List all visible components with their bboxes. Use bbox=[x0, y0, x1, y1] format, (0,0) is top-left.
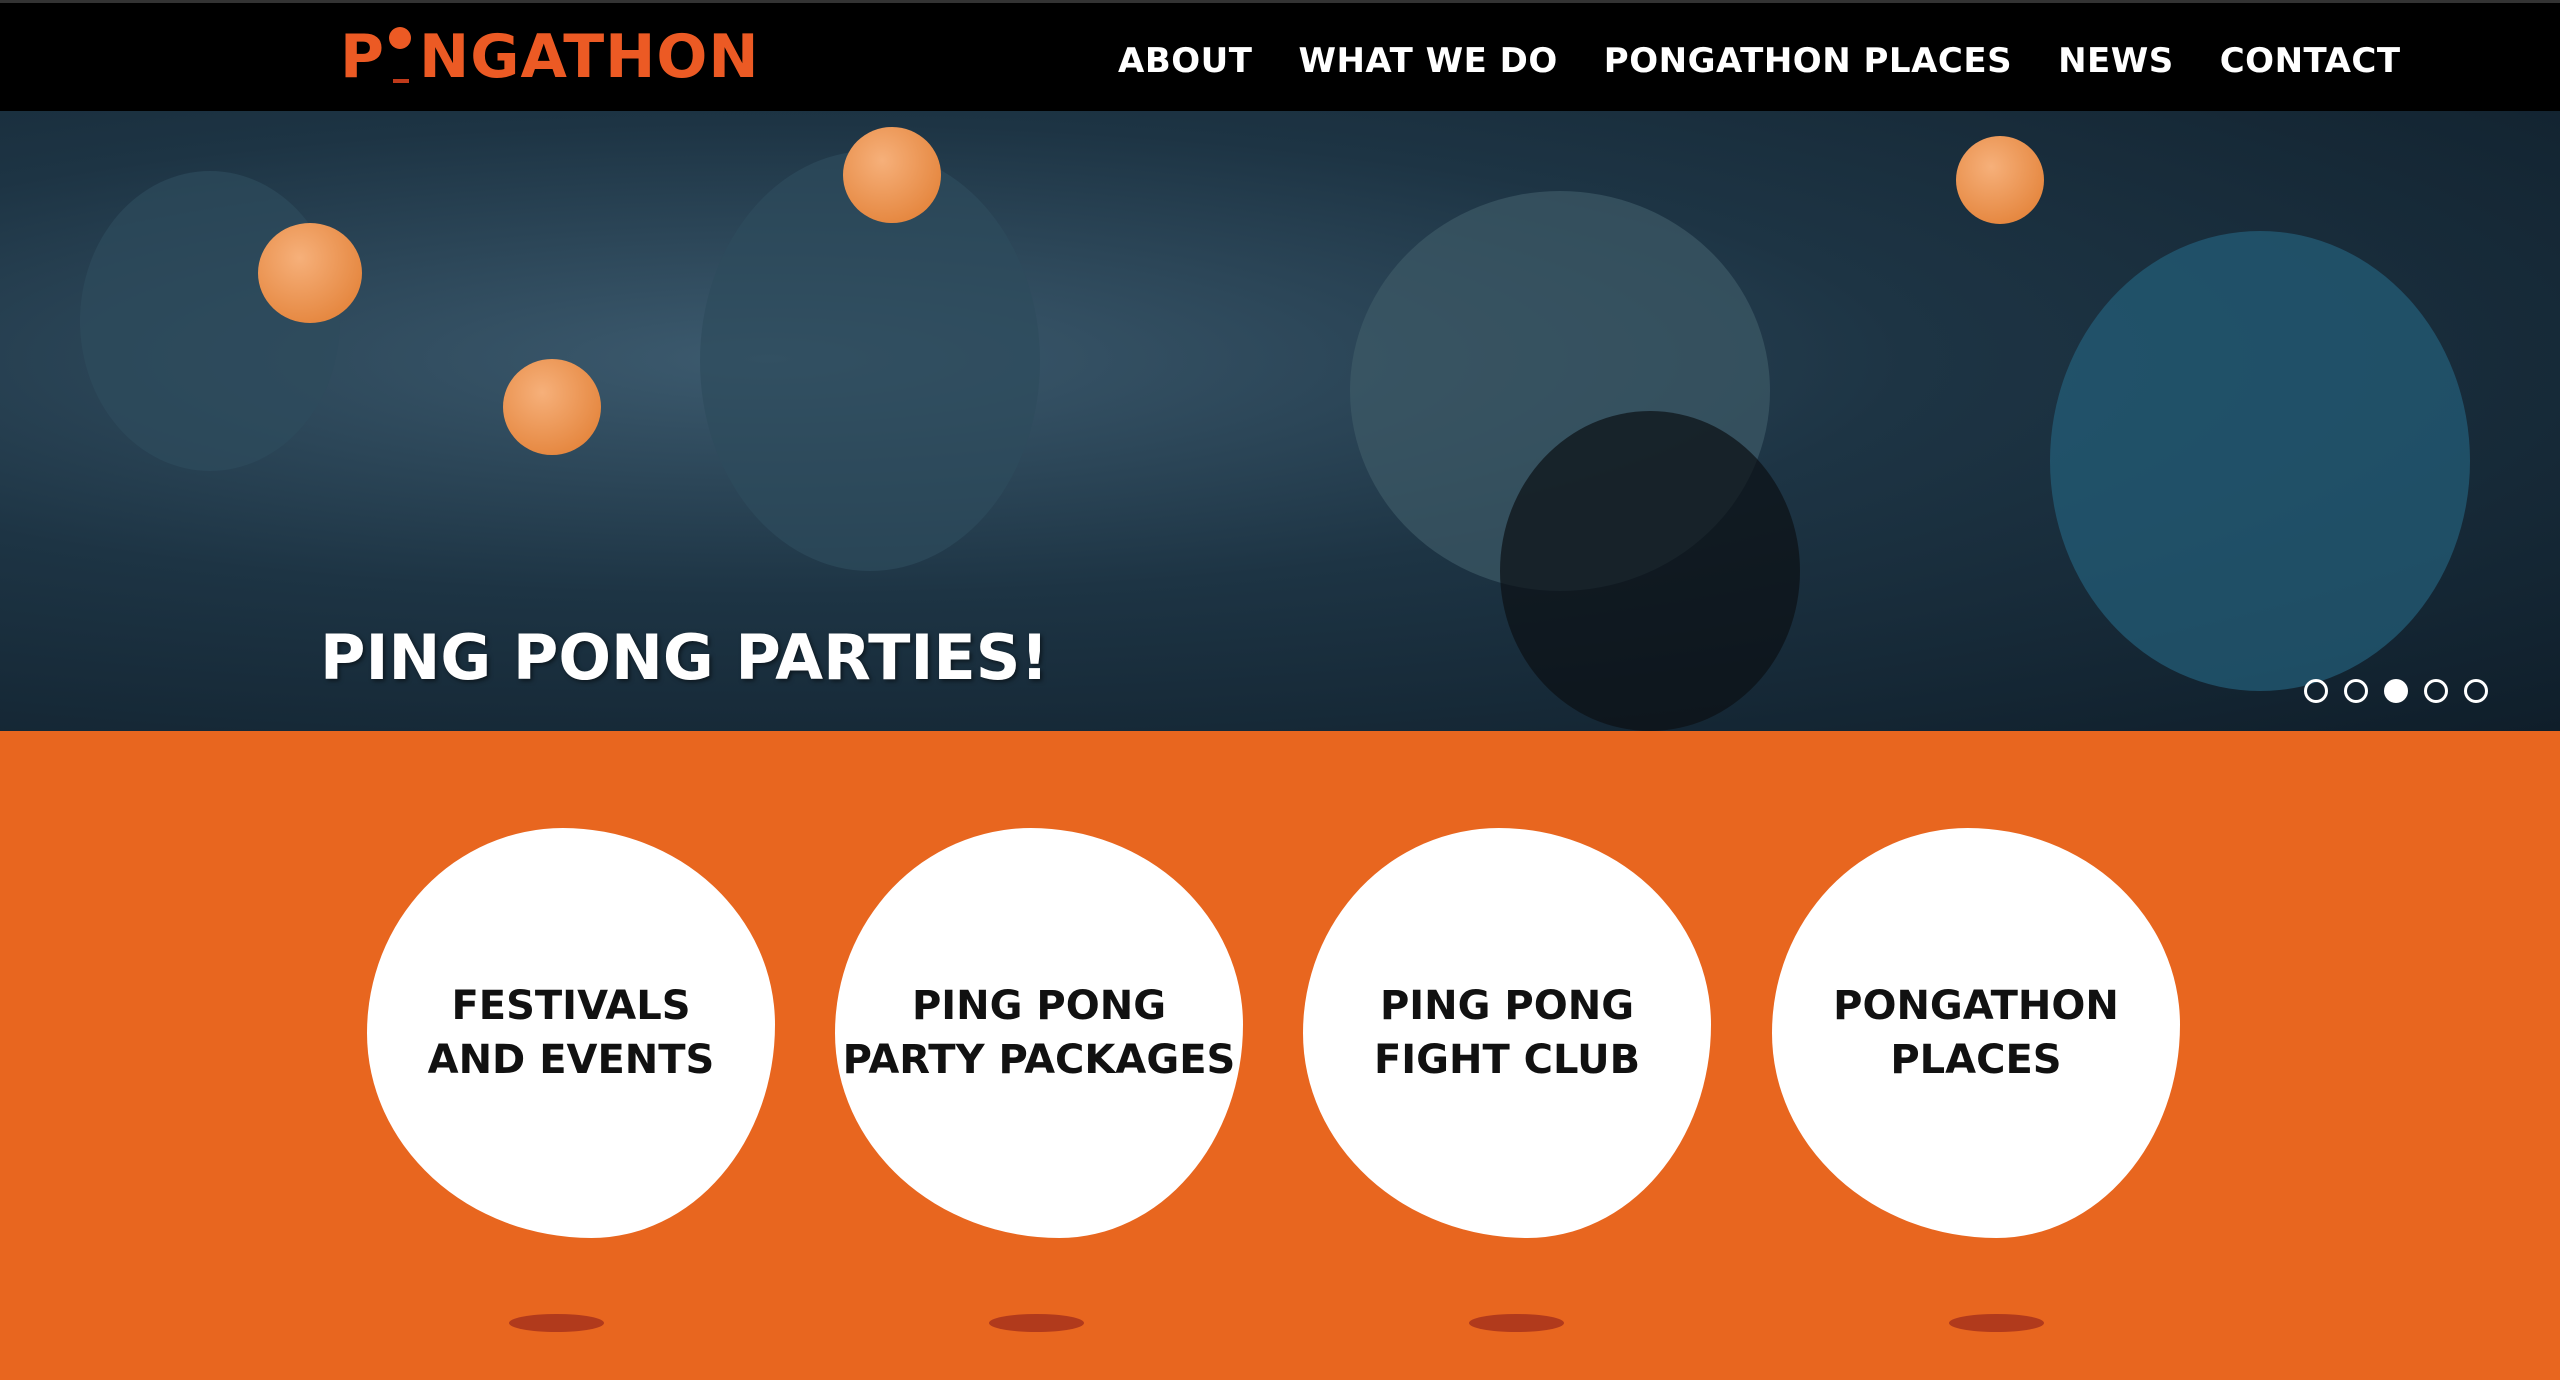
slide-dot-3[interactable] bbox=[2384, 679, 2408, 703]
bubble-shadow bbox=[989, 1314, 1084, 1332]
ping-pong-ball bbox=[843, 127, 941, 223]
nav-pongathon-places[interactable]: PONGATHON PLACES bbox=[1604, 41, 2012, 81]
nav-news[interactable]: NEWS bbox=[2058, 41, 2174, 81]
ping-pong-ball bbox=[503, 359, 601, 455]
feature-pongathon-places[interactable]: PONGATHON PLACES bbox=[1772, 828, 2180, 1238]
nav-contact[interactable]: CONTACT bbox=[2220, 41, 2401, 81]
logo[interactable]: P NGATHON bbox=[340, 25, 760, 89]
feature-title: PING PONG bbox=[1379, 983, 1635, 1029]
feature-title: PLACES bbox=[1890, 1037, 2062, 1083]
nav-what-we-do[interactable]: WHAT WE DO bbox=[1298, 41, 1557, 81]
main-menu: ABOUT WHAT WE DO PONGATHON PLACES NEWS C… bbox=[1118, 41, 2401, 81]
feature-title: PONGATHON bbox=[1833, 983, 2119, 1029]
feature-party-packages[interactable]: PING PONG PARTY PACKAGES bbox=[835, 828, 1243, 1238]
feature-festivals-events[interactable]: FESTIVALS AND EVENTS bbox=[367, 828, 775, 1238]
bubble-shadow bbox=[1469, 1314, 1564, 1332]
nav-about[interactable]: ABOUT bbox=[1118, 41, 1252, 81]
ping-pong-ball bbox=[258, 223, 362, 323]
hero-slider: PING PONG PARTIES! bbox=[0, 111, 2560, 731]
feature-title: FESTIVALS bbox=[451, 983, 691, 1029]
feature-title: PARTY PACKAGES bbox=[842, 1037, 1236, 1083]
slide-dot-1[interactable] bbox=[2304, 679, 2328, 703]
slide-dot-2[interactable] bbox=[2344, 679, 2368, 703]
ping-pong-ball-icon bbox=[385, 25, 419, 89]
top-nav: P NGATHON ABOUT WHAT WE DO PONGATHON PLAC… bbox=[0, 0, 2560, 111]
bubble-shadow bbox=[1949, 1314, 2044, 1332]
feature-fight-club[interactable]: PING PONG FIGHT CLUB bbox=[1303, 828, 1711, 1238]
feature-title: FIGHT CLUB bbox=[1373, 1037, 1641, 1083]
logo-text: NGATHON bbox=[418, 22, 760, 92]
slider-dots bbox=[2304, 679, 2488, 703]
bubble-shadow bbox=[509, 1314, 604, 1332]
logo-letter: P bbox=[340, 22, 385, 92]
feature-title: PING PONG bbox=[911, 983, 1167, 1029]
photo-person bbox=[2050, 231, 2470, 691]
ping-pong-ball bbox=[1956, 136, 2044, 224]
photo-afro-wig bbox=[1500, 411, 1800, 731]
feature-title: AND EVENTS bbox=[427, 1037, 715, 1083]
hero-caption: PING PONG PARTIES! bbox=[320, 621, 1049, 694]
slide-dot-4[interactable] bbox=[2424, 679, 2448, 703]
slide-dot-5[interactable] bbox=[2464, 679, 2488, 703]
